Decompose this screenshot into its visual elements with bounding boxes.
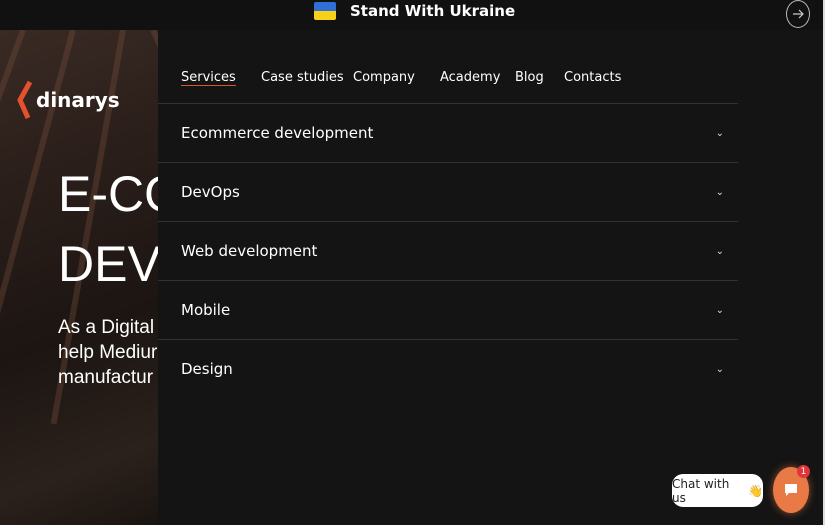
- arrow-right-icon: [793, 9, 804, 19]
- hero-sub-line1: As a Digital: [58, 317, 155, 338]
- nav-academy[interactable]: Academy: [440, 70, 500, 85]
- waving-hand-icon: 👋: [748, 483, 763, 498]
- services-list: Ecommerce development ⌄ DevOps ⌄ Web devel…: [158, 103, 738, 398]
- hero-sub-line3: manufactur: [58, 367, 154, 388]
- chevron-down-icon: ⌄: [715, 304, 724, 316]
- service-ecommerce-development[interactable]: Ecommerce development ⌄: [158, 103, 738, 162]
- service-label: DevOps: [181, 183, 240, 201]
- chat-unread-badge: 1: [797, 465, 810, 478]
- ukraine-flag-icon: [314, 2, 336, 20]
- chevron-down-icon: ⌄: [715, 186, 724, 198]
- chevron-down-icon: ⌄: [715, 127, 724, 139]
- service-web-development[interactable]: Web development ⌄: [158, 221, 738, 280]
- stand-with-ukraine[interactable]: Stand With Ukraine: [314, 2, 515, 20]
- logo[interactable]: dinarys: [16, 80, 120, 120]
- service-label: Ecommerce development: [181, 124, 374, 142]
- chat-icon: [785, 484, 797, 496]
- hero-title-line2: DEVE: [58, 236, 158, 292]
- top-banner: Stand With Ukraine: [0, 0, 825, 30]
- nav-services[interactable]: Services: [181, 70, 236, 86]
- service-label: Web development: [181, 242, 318, 260]
- nav-company[interactable]: Company: [353, 70, 415, 85]
- service-label: Mobile: [181, 301, 231, 319]
- service-mobile[interactable]: Mobile ⌄: [158, 280, 738, 339]
- service-label: Design: [181, 360, 233, 378]
- dinarys-logo-icon: [17, 80, 33, 120]
- hero-background: dinarys E-CO DEVE As a Digital help Medi…: [0, 30, 158, 525]
- chevron-down-icon: ⌄: [715, 363, 724, 375]
- nav-case-studies[interactable]: Case studies: [261, 70, 344, 85]
- chat-label: Chat with us: [672, 476, 730, 505]
- chat-with-us-bubble[interactable]: Chat with us 👋: [672, 474, 763, 507]
- chevron-down-icon: ⌄: [715, 245, 724, 257]
- logo-text: dinarys: [36, 88, 120, 112]
- hero-title-line1: E-CO: [58, 166, 158, 222]
- service-design[interactable]: Design ⌄: [158, 339, 738, 398]
- hero-sub-line2: help Mediur: [58, 342, 158, 363]
- nav-contacts[interactable]: Contacts: [564, 70, 621, 85]
- services-menu-panel: Services Case studies Company Academy Bl…: [158, 30, 823, 525]
- service-devops[interactable]: DevOps ⌄: [158, 162, 738, 221]
- arrow-right-button[interactable]: [786, 0, 810, 28]
- nav-blog[interactable]: Blog: [515, 70, 544, 85]
- banner-text: Stand With Ukraine: [350, 2, 516, 20]
